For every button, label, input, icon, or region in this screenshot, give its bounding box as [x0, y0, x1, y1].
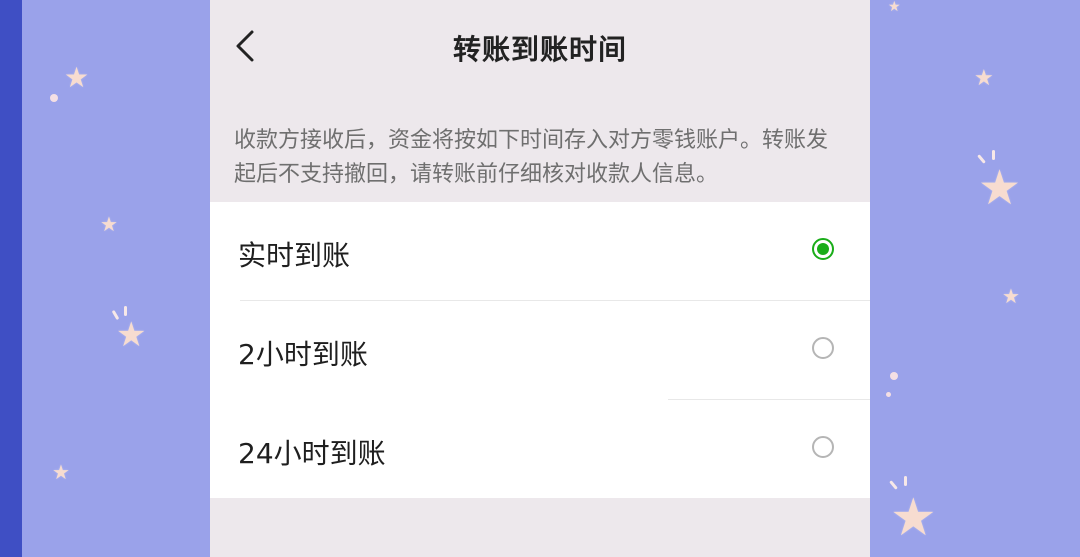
option-2-hours[interactable]: 2小时到账: [210, 301, 870, 399]
page-title: 转账到账时间: [452, 33, 627, 66]
star-icon: ★: [100, 212, 118, 236]
radio-unchecked-icon[interactable]: [812, 436, 834, 458]
option-realtime[interactable]: 实时到账: [210, 202, 870, 300]
star-icon: ★: [974, 66, 994, 91]
star-icon: ★: [64, 61, 90, 94]
right-decorative-panel: ★ ★ ★ ★ ★: [870, 0, 1080, 557]
star-icon: ★: [52, 460, 70, 484]
star-icon: ★: [888, 0, 901, 15]
star-icon: ★: [978, 160, 1022, 216]
radio-unchecked-icon[interactable]: [812, 337, 834, 359]
left-decorative-panel: ★ ★ ★ ★: [22, 0, 210, 557]
radio-checked-icon[interactable]: [812, 238, 834, 260]
option-label: 24小时到账: [238, 437, 386, 470]
option-label: 2小时到账: [238, 338, 368, 371]
arrival-time-options: 实时到账 2小时到账 24小时到账: [210, 202, 870, 498]
transfer-info-text: 收款方接收后，资金将按如下时间存入对方零钱账户。转账发起后不支持撤回，请转账前仔…: [234, 128, 829, 187]
dot-icon: [886, 392, 891, 397]
star-icon: ★: [1002, 284, 1020, 308]
navigation-bar: 转账到账时间: [210, 0, 870, 96]
option-label: 实时到账: [238, 239, 351, 272]
left-edge-strip: [0, 0, 22, 557]
option-24-hours[interactable]: 24小时到账: [210, 400, 870, 498]
dot-icon: [50, 94, 58, 102]
transfer-arrival-time-screen: 转账到账时间 收款方接收后，资金将按如下时间存入对方零钱账户。转账发起后不支持撤…: [210, 0, 870, 557]
sparkle-icon: [992, 150, 995, 160]
sparkle-icon: [904, 476, 907, 486]
dot-icon: [890, 372, 898, 380]
star-icon: ★: [890, 488, 937, 548]
star-icon: ★: [116, 315, 147, 355]
